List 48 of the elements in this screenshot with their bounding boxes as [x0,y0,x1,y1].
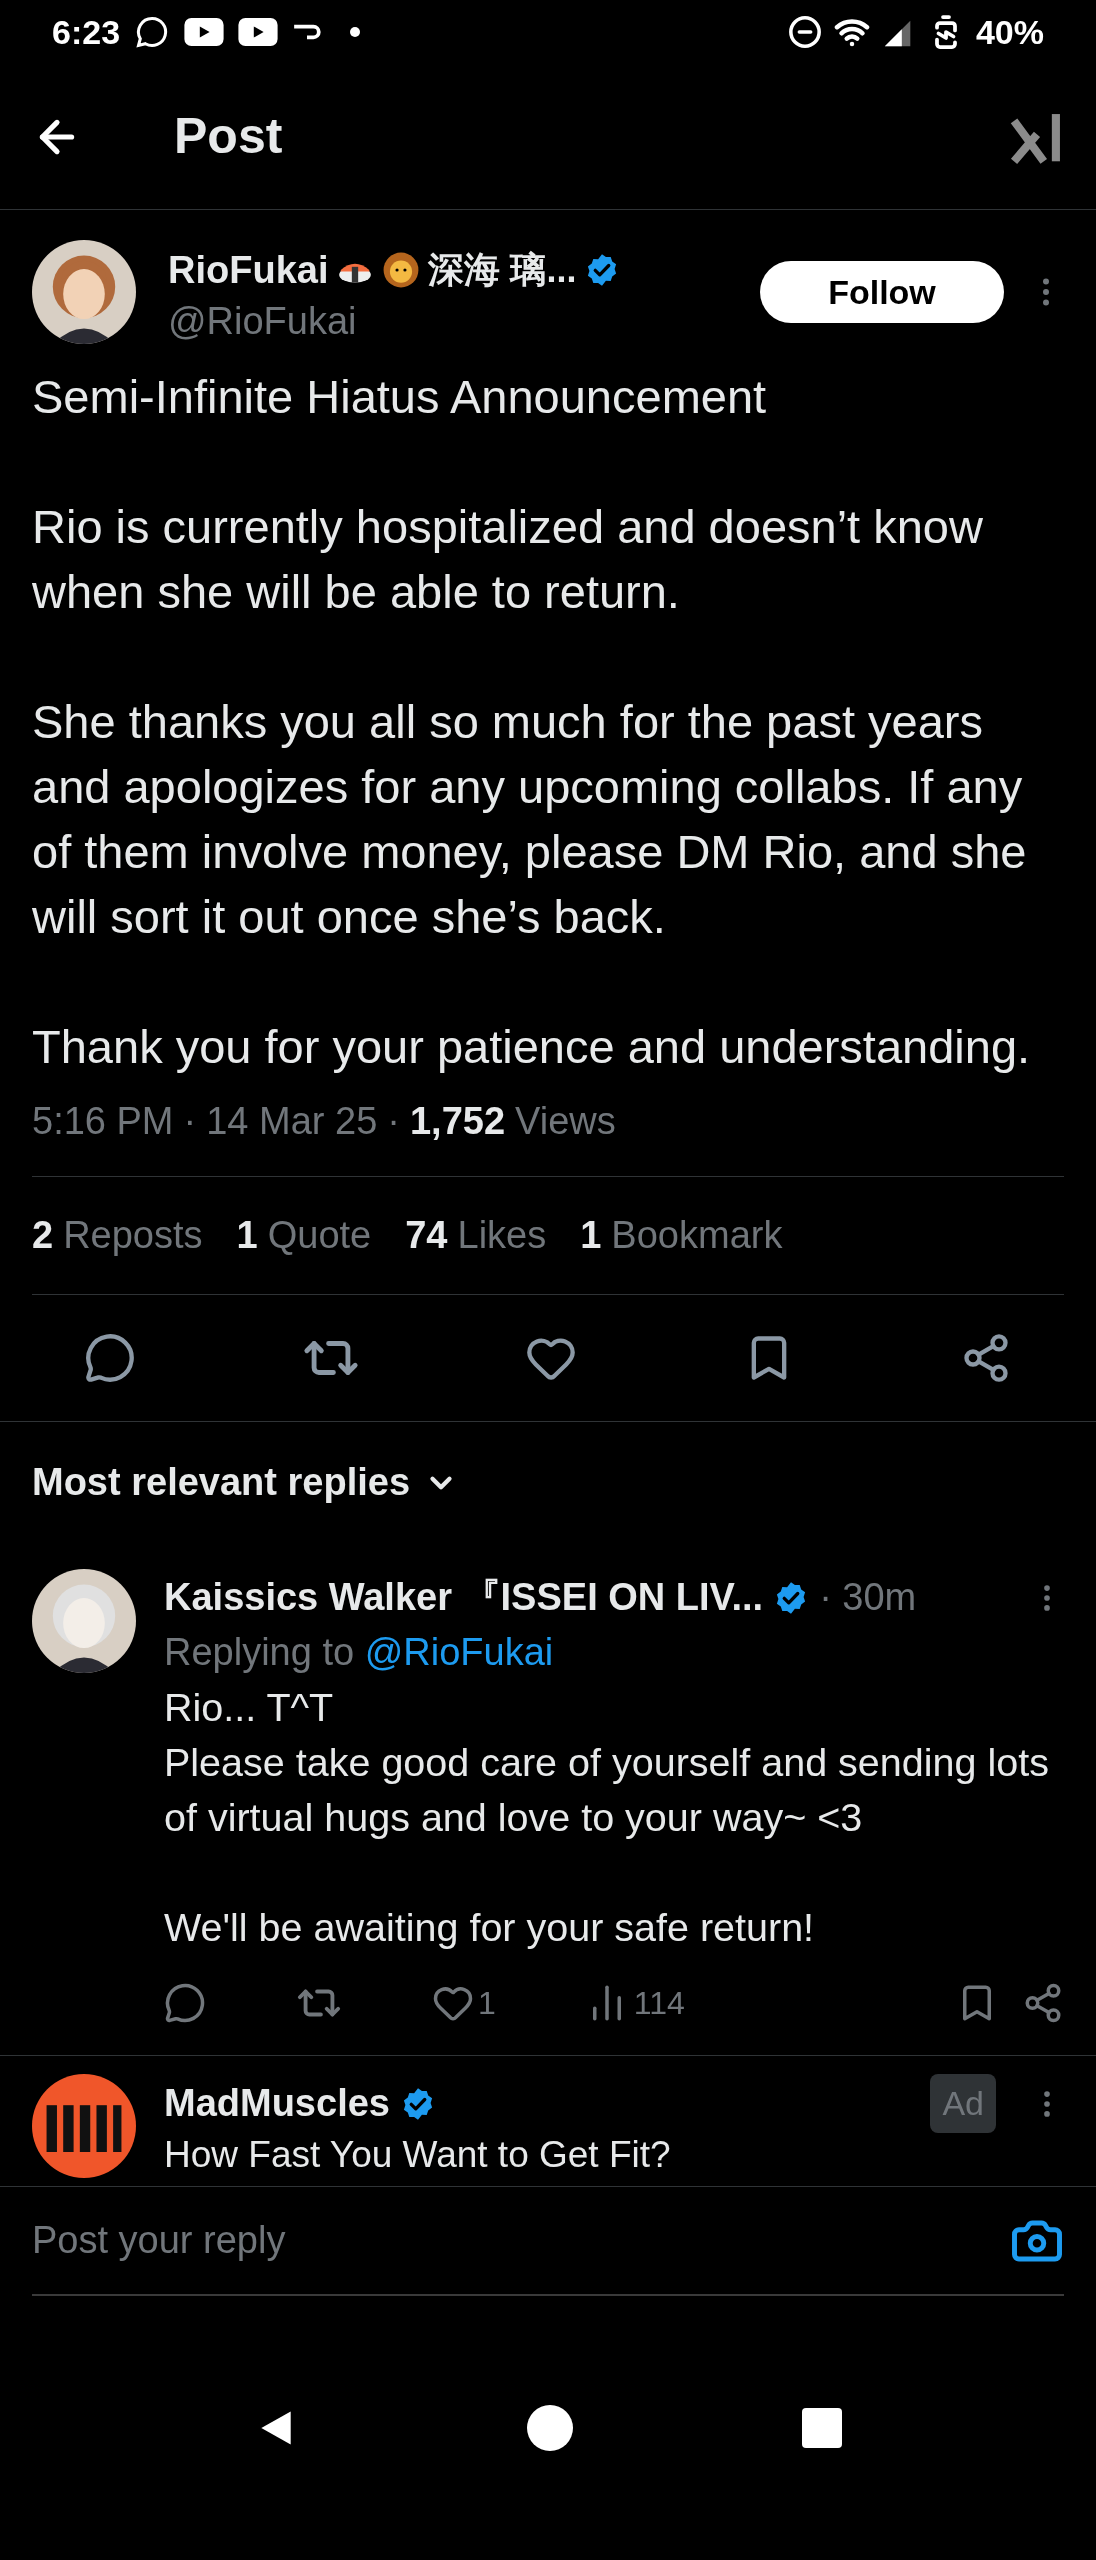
stat-count: 1 [236,1213,258,1258]
post-time: 5:16 PM [32,1099,174,1144]
stat-count: 1 [580,1213,602,1258]
stat-label[interactable]: Bookmark [611,1207,783,1264]
do-not-disturb-icon [787,15,822,49]
brand-logo-icon [32,2074,136,2178]
post-text: Semi-Infinite Hiatus Announcement [32,369,768,425]
home-nav-icon[interactable] [527,2405,573,2451]
reply-input-field[interactable]: Post your reply [32,2212,1010,2269]
stat-label[interactable]: Likes [457,1207,547,1264]
separator-dot: · [387,1099,400,1144]
recents-nav-icon[interactable] [801,2408,842,2448]
lion-icon [382,251,421,289]
page-title: Post [174,107,283,166]
clock-time: 6:23 [52,11,121,53]
separator-dot: · [183,1099,197,1144]
reply-text: Rio... T^T Please take good care of yourself and sending lots of virtual hugs and love to your way~ <3 [164,1684,1050,1841]
reply-author-name[interactable]: Kaissics Walker 『ISSEI ON LIV... [164,1569,764,1626]
stat-count: 74 [405,1213,448,1258]
stat-label[interactable]: Reposts [63,1207,203,1264]
reply-text: We'll be awaiting for your safe return! [164,1904,816,1951]
replying-to-text: Replying to @RioFukai [164,1630,555,1675]
reply-time: · 30m [819,1575,917,1620]
like-count: 1 [478,1984,496,2023]
stat-count: 2 [32,1213,54,1258]
follow-button[interactable]: Follow [760,261,1004,323]
battery-level: 40% [975,11,1044,53]
reply-icon[interactable] [84,1332,136,1384]
hook-icon [292,23,323,41]
ad-text: How Fast You Want to Get Fit? [164,2133,672,2177]
mention-link[interactable]: @RioFukai [364,1631,554,1673]
ad-badge: Ad [930,2074,996,2133]
post-text: Rio is currently hospitalized and doesn’t know when she will be able to return. [32,499,984,620]
author-handle[interactable]: @RioFukai [168,298,621,343]
view-count: 114 [633,1984,685,2023]
view-count: 1,752 [409,1099,506,1144]
replies-sort-label[interactable]: Most relevant replies [32,1454,411,1511]
play-icon [238,18,279,46]
post-text: Thank you for your patience and understanding. [32,1019,1032,1075]
author-name[interactable]: RioFukai [168,241,329,299]
reply-icon[interactable] [164,1982,206,2024]
advertiser-name[interactable]: MadMuscles [164,2075,390,2132]
views-label: Views [515,1099,616,1144]
stat-label[interactable]: Quote [267,1207,372,1264]
post-date: 14 Mar 25 [206,1099,378,1144]
author-name-extra: 深海 璃... [428,248,577,292]
post-text: She thanks you all so much for the past years and apologizes for any upcoming collabs. If any of them involve money, please DM Rio, and she will sort it out once she’s back. [32,694,1028,945]
play-icon [184,18,225,46]
